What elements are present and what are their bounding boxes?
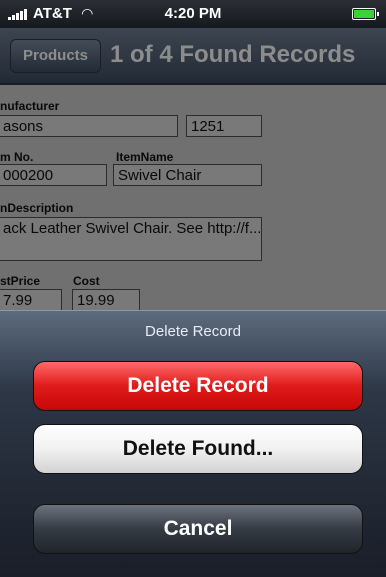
- status-time: 4:20 PM: [164, 5, 222, 22]
- action-sheet-title: Delete Record: [145, 323, 241, 340]
- list-price-field[interactable]: 7.99: [0, 289, 62, 310]
- description-label: nDescription: [0, 201, 74, 215]
- record-form: nufacturer asons 1251 m No. ItemName 000…: [0, 85, 386, 310]
- status-bar: AT&T ◠ 4:20 PM: [0, 0, 386, 28]
- item-name-field[interactable]: Swivel Chair: [113, 164, 262, 186]
- item-no-field[interactable]: 000200: [0, 164, 107, 186]
- item-no-label: m No.: [0, 150, 34, 164]
- action-sheet: Delete Record Delete Record Delete Found…: [0, 310, 386, 577]
- battery-icon: [352, 8, 379, 20]
- delete-found-button[interactable]: Delete Found...: [33, 424, 363, 474]
- manufacturer-code-field[interactable]: 1251: [186, 115, 262, 137]
- list-price-label: stPrice: [0, 274, 41, 288]
- cancel-button[interactable]: Cancel: [33, 504, 363, 554]
- manufacturer-field[interactable]: asons: [0, 115, 178, 137]
- page-title: 1 of 4 Found Records: [110, 41, 356, 68]
- cost-label: Cost: [73, 274, 100, 288]
- back-button[interactable]: Products: [10, 39, 102, 73]
- description-field[interactable]: ack Leather Swivel Chair. See http://f..…: [0, 217, 262, 261]
- manufacturer-label: nufacturer: [0, 99, 60, 113]
- item-name-label: ItemName: [116, 150, 174, 164]
- delete-record-button[interactable]: Delete Record: [33, 361, 363, 411]
- navigation-bar: Products 1 of 4 Found Records: [0, 28, 386, 84]
- cost-field[interactable]: 19.99: [72, 289, 140, 310]
